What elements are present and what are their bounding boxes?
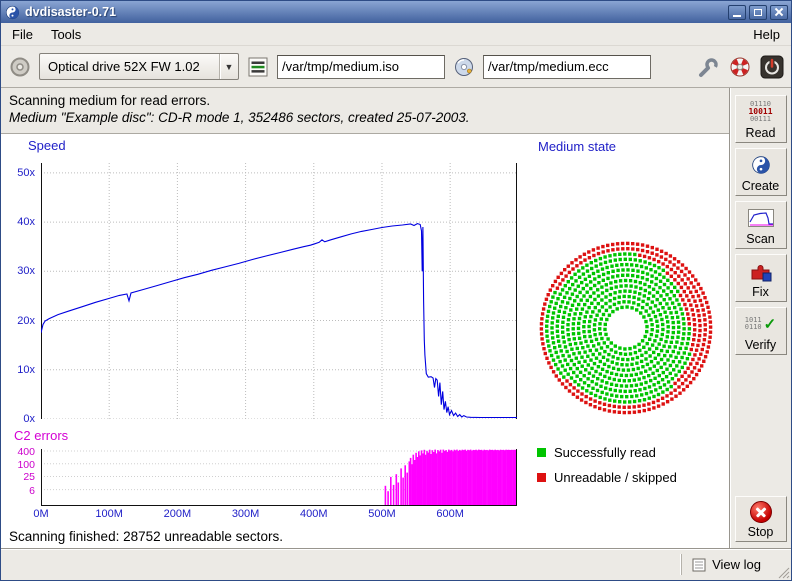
speed-tick-label: 30x (1, 265, 35, 277)
stop-x-icon (750, 501, 772, 523)
create-button-label: Create (736, 179, 786, 193)
x-tick-label: 0M (19, 508, 63, 520)
verify-button-label: Verify (736, 338, 786, 352)
chevron-down-icon: ▼ (220, 62, 238, 72)
scan-chart-icon (736, 205, 786, 231)
x-tick-label: 200M (155, 508, 199, 520)
legend-read: Successfully read (537, 445, 656, 460)
window-title: dvdisaster-0.71 (25, 5, 725, 19)
bottombar: View log (1, 548, 791, 580)
speed-tick-label: 0x (1, 413, 35, 425)
speed-tick-label: 50x (1, 167, 35, 179)
action-sidebar: 01110 10011 00111 Read Create (730, 88, 791, 548)
status-message: Scanning medium for read errors. (9, 93, 721, 108)
stop-button-label: Stop (736, 525, 786, 539)
view-log-button[interactable]: View log (681, 554, 769, 575)
x-tick-label: 300M (224, 508, 268, 520)
drive-disc-icon (7, 54, 33, 80)
preferences-wrench-icon[interactable] (695, 54, 721, 80)
ecc-file-icon (451, 54, 477, 80)
image-file-icon (245, 54, 271, 80)
x-tick-label: 400M (292, 508, 336, 520)
x-axis: 0M 100M 200M 300M 400M 500M 600M (1, 508, 729, 522)
menubar: File Tools Help (1, 23, 791, 46)
legend-read-label: Successfully read (554, 445, 656, 460)
scan-button-label: Scan (736, 232, 786, 246)
c2-tick-label: 6 (1, 485, 35, 497)
c2-chart-title: C2 errors (14, 428, 68, 443)
app-yinyang-icon[interactable] (4, 4, 20, 20)
view-log-label: View log (712, 557, 761, 572)
medium-info: Medium "Example disc": CD-R mode 1, 3524… (9, 110, 721, 125)
x-tick-label: 500M (360, 508, 404, 520)
ecc-path-input[interactable] (483, 55, 651, 79)
verify-button[interactable]: 1011 0110 ✓ Verify (735, 307, 787, 355)
menu-tools[interactable]: Tools (42, 24, 90, 45)
legend-swatch-read (537, 448, 546, 457)
speed-chart-title: Speed (28, 138, 66, 153)
speed-tick-label: 40x (1, 216, 35, 228)
close-button[interactable] (770, 5, 788, 20)
create-button[interactable]: Create (735, 148, 787, 196)
verify-check-icon: 1011 0110 ✓ (736, 311, 786, 337)
fix-button-label: Fix (736, 285, 786, 299)
speed-chart (41, 163, 517, 419)
maximize-button[interactable] (749, 5, 767, 20)
left-column: Scanning medium for read errors. Medium … (1, 88, 730, 548)
x-tick-label: 100M (87, 508, 131, 520)
app-window: dvdisaster-0.71 File Tools Help Optical … (0, 0, 792, 581)
medium-state-title: Medium state (538, 139, 616, 154)
fix-puzzle-icon (736, 258, 786, 284)
log-file-icon (692, 558, 706, 572)
drive-select-value: Optical drive 52X FW 1.02 (40, 59, 219, 74)
drive-select[interactable]: Optical drive 52X FW 1.02 ▼ (39, 53, 239, 80)
scan-result-status: Scanning finished: 28752 unreadable sect… (9, 529, 283, 544)
iso-path-input[interactable] (277, 55, 445, 79)
menu-help[interactable]: Help (744, 24, 789, 45)
read-button[interactable]: 01110 10011 00111 Read (735, 95, 787, 143)
c2-tick-label: 400 (1, 446, 35, 458)
read-button-label: Read (736, 126, 786, 140)
x-tick-label: 600M (428, 508, 472, 520)
legend-swatch-unreadable (537, 473, 546, 482)
toolbar: Optical drive 52X FW 1.02 ▼ (1, 46, 791, 88)
fix-button[interactable]: Fix (735, 254, 787, 302)
status-area: Scanning medium for read errors. Medium … (1, 88, 729, 134)
read-binary-icon: 01110 10011 00111 (736, 99, 786, 125)
speed-tick-label: 10x (1, 364, 35, 376)
c2-tick-label: 25 (1, 471, 35, 483)
c2-tick-label: 100 (1, 459, 35, 471)
quit-power-icon[interactable] (759, 54, 785, 80)
main-content: Scanning medium for read errors. Medium … (1, 88, 791, 548)
legend-unreadable: Unreadable / skipped (537, 470, 677, 485)
c2-errors-chart (41, 449, 517, 506)
stop-button[interactable]: Stop (735, 496, 787, 542)
menu-file[interactable]: File (3, 24, 42, 45)
titlebar[interactable]: dvdisaster-0.71 (1, 1, 791, 23)
resize-grip[interactable] (777, 566, 790, 579)
speed-tick-label: 20x (1, 315, 35, 327)
chart-panel: Speed 50x 40x 30x 20x 10x 0x Medium state Suc… (1, 134, 729, 548)
create-yinyang-icon (736, 152, 786, 178)
scan-button[interactable]: Scan (735, 201, 787, 249)
disc-visualization (536, 238, 716, 418)
help-lifebuoy-icon[interactable] (727, 54, 753, 80)
legend-unreadable-label: Unreadable / skipped (554, 470, 677, 485)
minimize-button[interactable] (728, 5, 746, 20)
